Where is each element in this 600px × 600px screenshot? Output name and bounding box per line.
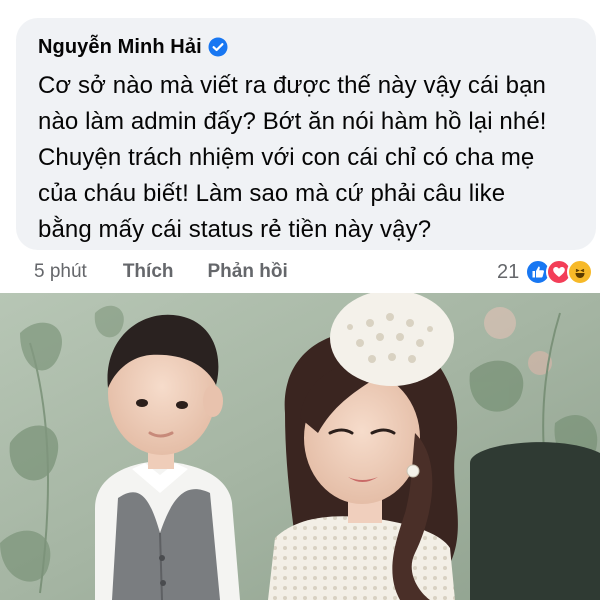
like-button[interactable]: Thích (123, 261, 174, 283)
verified-badge-icon (208, 37, 228, 57)
reply-button[interactable]: Phản hồi (208, 261, 288, 283)
reaction-count: 21 (497, 260, 520, 283)
chair-back (470, 442, 600, 600)
comment-section: Nguyễn Minh Hải Cơ sở nào mà viết ra đượ… (0, 0, 600, 293)
lace-hat (330, 293, 454, 386)
comment-header: Nguyễn Minh Hải (38, 32, 576, 62)
post-photo[interactable] (0, 293, 600, 600)
comment-author[interactable]: Nguyễn Minh Hải (38, 36, 202, 59)
comment-actions: 5 phút Thích Phản hồi (34, 258, 322, 286)
haha-icon (567, 259, 594, 285)
comment-timestamp[interactable]: 5 phút (34, 261, 87, 283)
comment-text: Cơ sở nào mà viết ra được thế này vậy cá… (38, 72, 547, 243)
reaction-summary[interactable]: 21 (497, 257, 594, 287)
comment-bubble: Nguyễn Minh Hải Cơ sở nào mà viết ra đượ… (16, 18, 596, 250)
